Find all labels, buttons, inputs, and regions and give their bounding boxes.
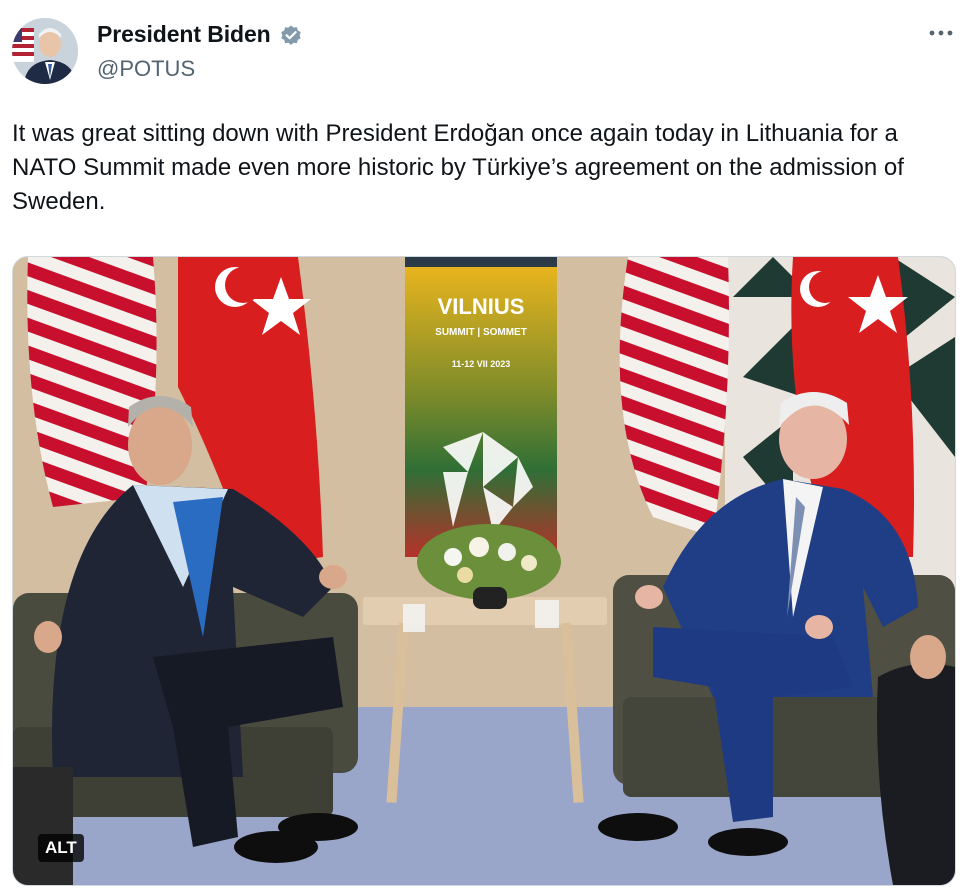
photo-scene: VILNIUS SUMMIT | SOMMET 11-12 VII 2023 bbox=[13, 257, 955, 885]
alt-text-button[interactable]: ALT bbox=[38, 834, 84, 862]
tweet-photo[interactable]: VILNIUS SUMMIT | SOMMET 11-12 VII 2023 bbox=[12, 256, 956, 886]
background-person bbox=[877, 635, 955, 885]
more-options-icon[interactable] bbox=[928, 20, 954, 46]
tweet-header: President Biden @POTUS bbox=[0, 0, 960, 100]
banner-title: VILNIUS bbox=[438, 294, 525, 319]
avatar[interactable] bbox=[12, 18, 78, 84]
user-handle[interactable]: @POTUS bbox=[97, 56, 195, 82]
verified-badge-icon bbox=[280, 25, 301, 45]
display-name[interactable]: President Biden bbox=[97, 21, 271, 48]
bag bbox=[13, 767, 73, 885]
avatar-flag bbox=[12, 28, 34, 62]
vilnius-summit-banner: VILNIUS SUMMIT | SOMMET 11-12 VII 2023 bbox=[405, 257, 557, 557]
avatar-image bbox=[12, 18, 78, 84]
tweet-text: It was great sitting down with President… bbox=[12, 120, 904, 215]
banner-subtitle: SUMMIT | SOMMET bbox=[435, 327, 527, 338]
banner-dates: 11-12 VII 2023 bbox=[452, 359, 511, 369]
